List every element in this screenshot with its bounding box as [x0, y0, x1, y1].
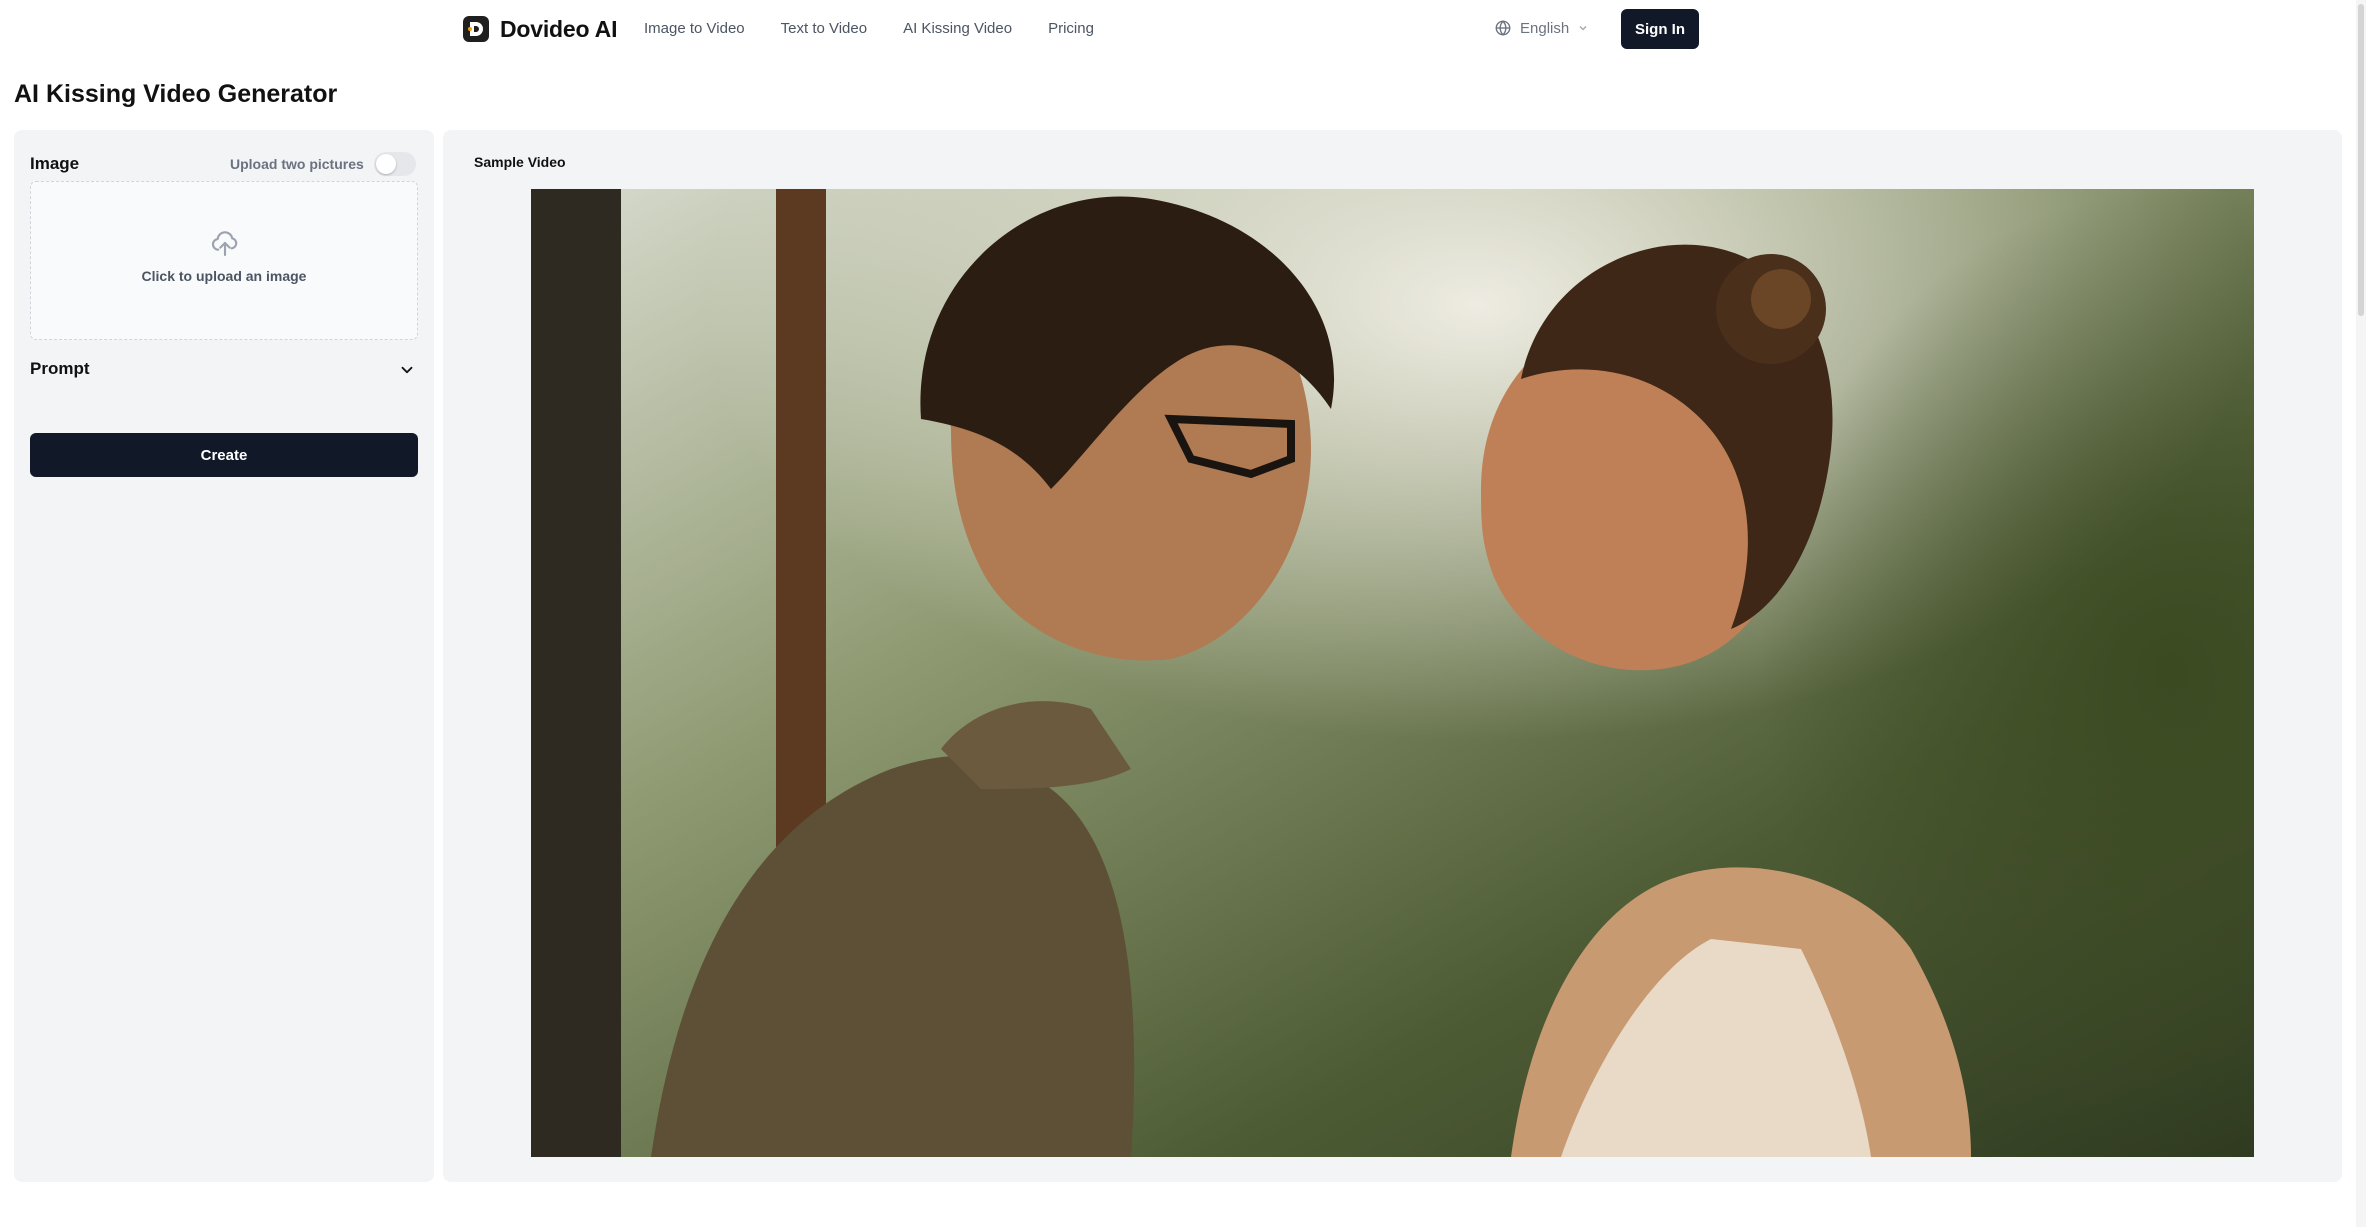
logo-icon — [463, 16, 489, 42]
image-upload-dropzone[interactable]: Click to upload an image — [30, 181, 418, 340]
toggle-knob — [376, 154, 396, 174]
page-scrollbar[interactable] — [2356, 0, 2366, 1227]
globe-icon — [1495, 20, 1511, 36]
create-button[interactable]: Create — [30, 433, 418, 477]
scrollbar-thumb[interactable] — [2358, 4, 2364, 316]
language-label: English — [1520, 19, 1570, 37]
chevron-down-icon — [1579, 26, 1587, 31]
nav-ai-kissing-video[interactable]: AI Kissing Video — [903, 20, 1012, 37]
sample-video-panel: Sample Video — [443, 130, 2342, 1182]
brand-logo[interactable]: Dovideo AI — [462, 15, 617, 43]
top-header: Dovideo AI Image to Video Text to Video … — [0, 0, 2366, 58]
two-pictures-toggle[interactable] — [374, 152, 416, 176]
generator-form-panel: Image Upload two pictures Click to uploa… — [14, 130, 434, 1182]
sample-video-player[interactable] — [531, 189, 2254, 1157]
sign-in-button[interactable]: Sign In — [1621, 9, 1699, 49]
chevron-down-icon — [401, 366, 413, 374]
upload-hint: Click to upload an image — [141, 268, 307, 284]
main-nav: Image to Video Text to Video AI Kissing … — [644, 20, 1130, 37]
language-selector[interactable]: English — [1494, 19, 1589, 37]
prompt-accordion[interactable]: Prompt — [30, 355, 418, 385]
cloud-upload-icon — [211, 231, 238, 257]
prompt-label: Prompt — [30, 359, 90, 378]
sample-video-label: Sample Video — [474, 154, 566, 170]
nav-image-to-video[interactable]: Image to Video — [644, 20, 745, 37]
page: Dovideo AI Image to Video Text to Video … — [0, 0, 2366, 1227]
image-label: Image — [30, 154, 80, 173]
brand-name: Dovideo AI — [500, 15, 618, 42]
nav-text-to-video[interactable]: Text to Video — [781, 20, 867, 37]
sample-video-frame — [531, 189, 2254, 1157]
page-title: AI Kissing Video Generator — [14, 80, 338, 108]
nav-pricing[interactable]: Pricing — [1048, 20, 1094, 37]
two-pictures-label: Upload two pictures — [230, 156, 364, 172]
